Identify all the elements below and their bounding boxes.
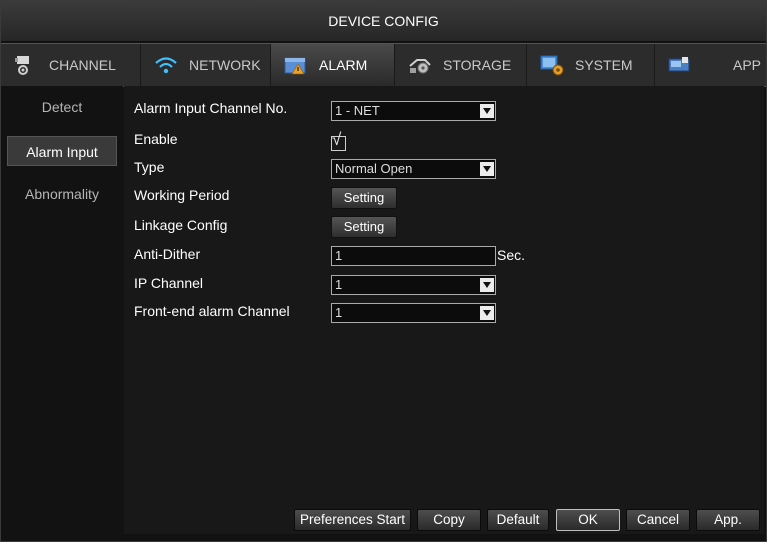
ip-channel-label: IP Channel — [134, 275, 204, 291]
tab-channel[interactable]: CHANNEL — [1, 44, 141, 86]
linkage-config-label: Linkage Config — [134, 217, 228, 233]
tab-system-label: SYSTEM — [575, 57, 633, 73]
working-period-label: Working Period — [134, 187, 230, 203]
chevron-down-icon — [480, 162, 494, 176]
tab-alarm-label: ALARM — [319, 57, 368, 73]
anti-dither-input[interactable]: 1 — [331, 246, 496, 266]
device-config-window: DEVICE CONFIG CHANNEL NETWORK ALARM STOR… — [0, 0, 767, 542]
sidebar-item-alarm-input[interactable]: Alarm Input — [7, 136, 117, 166]
tab-storage-label: STORAGE — [443, 57, 512, 73]
type-select[interactable]: Normal Open — [331, 159, 496, 179]
tab-network[interactable]: NETWORK — [141, 44, 271, 86]
app-icon — [667, 54, 693, 76]
tab-app-label: APP — [733, 57, 762, 73]
frontend-alarm-channel-select[interactable]: 1 — [331, 303, 496, 323]
alarm-input-channel-select[interactable]: 1 - NET — [331, 101, 496, 121]
sidebar-item-abnormality[interactable]: Abnormality — [7, 179, 117, 209]
storage-icon — [407, 54, 433, 76]
frontend-alarm-channel-value: 1 — [335, 305, 343, 320]
tab-storage[interactable]: STORAGE — [395, 44, 527, 86]
enable-check-mark: √ — [332, 130, 342, 149]
sidebar-item-detect[interactable]: Detect — [7, 92, 117, 122]
ip-channel-value: 1 — [335, 277, 343, 292]
tab-app[interactable]: APP — [655, 44, 766, 86]
chevron-down-icon — [480, 278, 494, 292]
tab-channel-label: CHANNEL — [49, 57, 116, 73]
tab-alarm[interactable]: ALARM — [271, 44, 395, 86]
top-tab-bar: CHANNEL NETWORK ALARM STORAGE SYSTEM APP — [1, 43, 766, 87]
ip-channel-select[interactable]: 1 — [331, 275, 496, 295]
anti-dither-label: Anti-Dither — [134, 246, 201, 262]
preferences-start-button[interactable]: Preferences Start — [294, 509, 411, 531]
window-title: DEVICE CONFIG — [1, 1, 766, 41]
linkage-config-setting-button[interactable]: Setting — [331, 216, 397, 238]
frontend-alarm-channel-label: Front-end alarm Channel — [134, 303, 290, 319]
cancel-button[interactable]: Cancel — [626, 509, 690, 531]
camera-icon — [13, 54, 39, 76]
type-value: Normal Open — [335, 161, 413, 176]
working-period-setting-button[interactable]: Setting — [331, 187, 397, 209]
sidebar: Detect Alarm Input Abnormality — [1, 86, 123, 541]
type-label: Type — [134, 159, 165, 175]
tab-system[interactable]: SYSTEM — [527, 44, 655, 86]
tab-network-label: NETWORK — [189, 57, 261, 73]
copy-button[interactable]: Copy — [417, 509, 481, 531]
enable-label: Enable — [134, 131, 178, 147]
wifi-icon — [153, 54, 179, 76]
anti-dither-unit: Sec. — [497, 247, 526, 263]
default-button[interactable]: Default — [487, 509, 549, 531]
system-icon — [539, 54, 565, 76]
chevron-down-icon — [480, 306, 494, 320]
apply-button[interactable]: App. — [696, 509, 760, 531]
alarm-input-channel-value: 1 - NET — [335, 103, 380, 118]
alarm-icon — [283, 54, 309, 76]
enable-checkbox[interactable]: √ — [331, 130, 349, 151]
alarm-input-panel: Alarm Input Channel No. 1 - NET Enable √… — [124, 86, 764, 534]
alarm-input-channel-label: Alarm Input Channel No. — [134, 100, 288, 116]
ok-button[interactable]: OK — [556, 509, 620, 531]
chevron-down-icon — [480, 104, 494, 118]
